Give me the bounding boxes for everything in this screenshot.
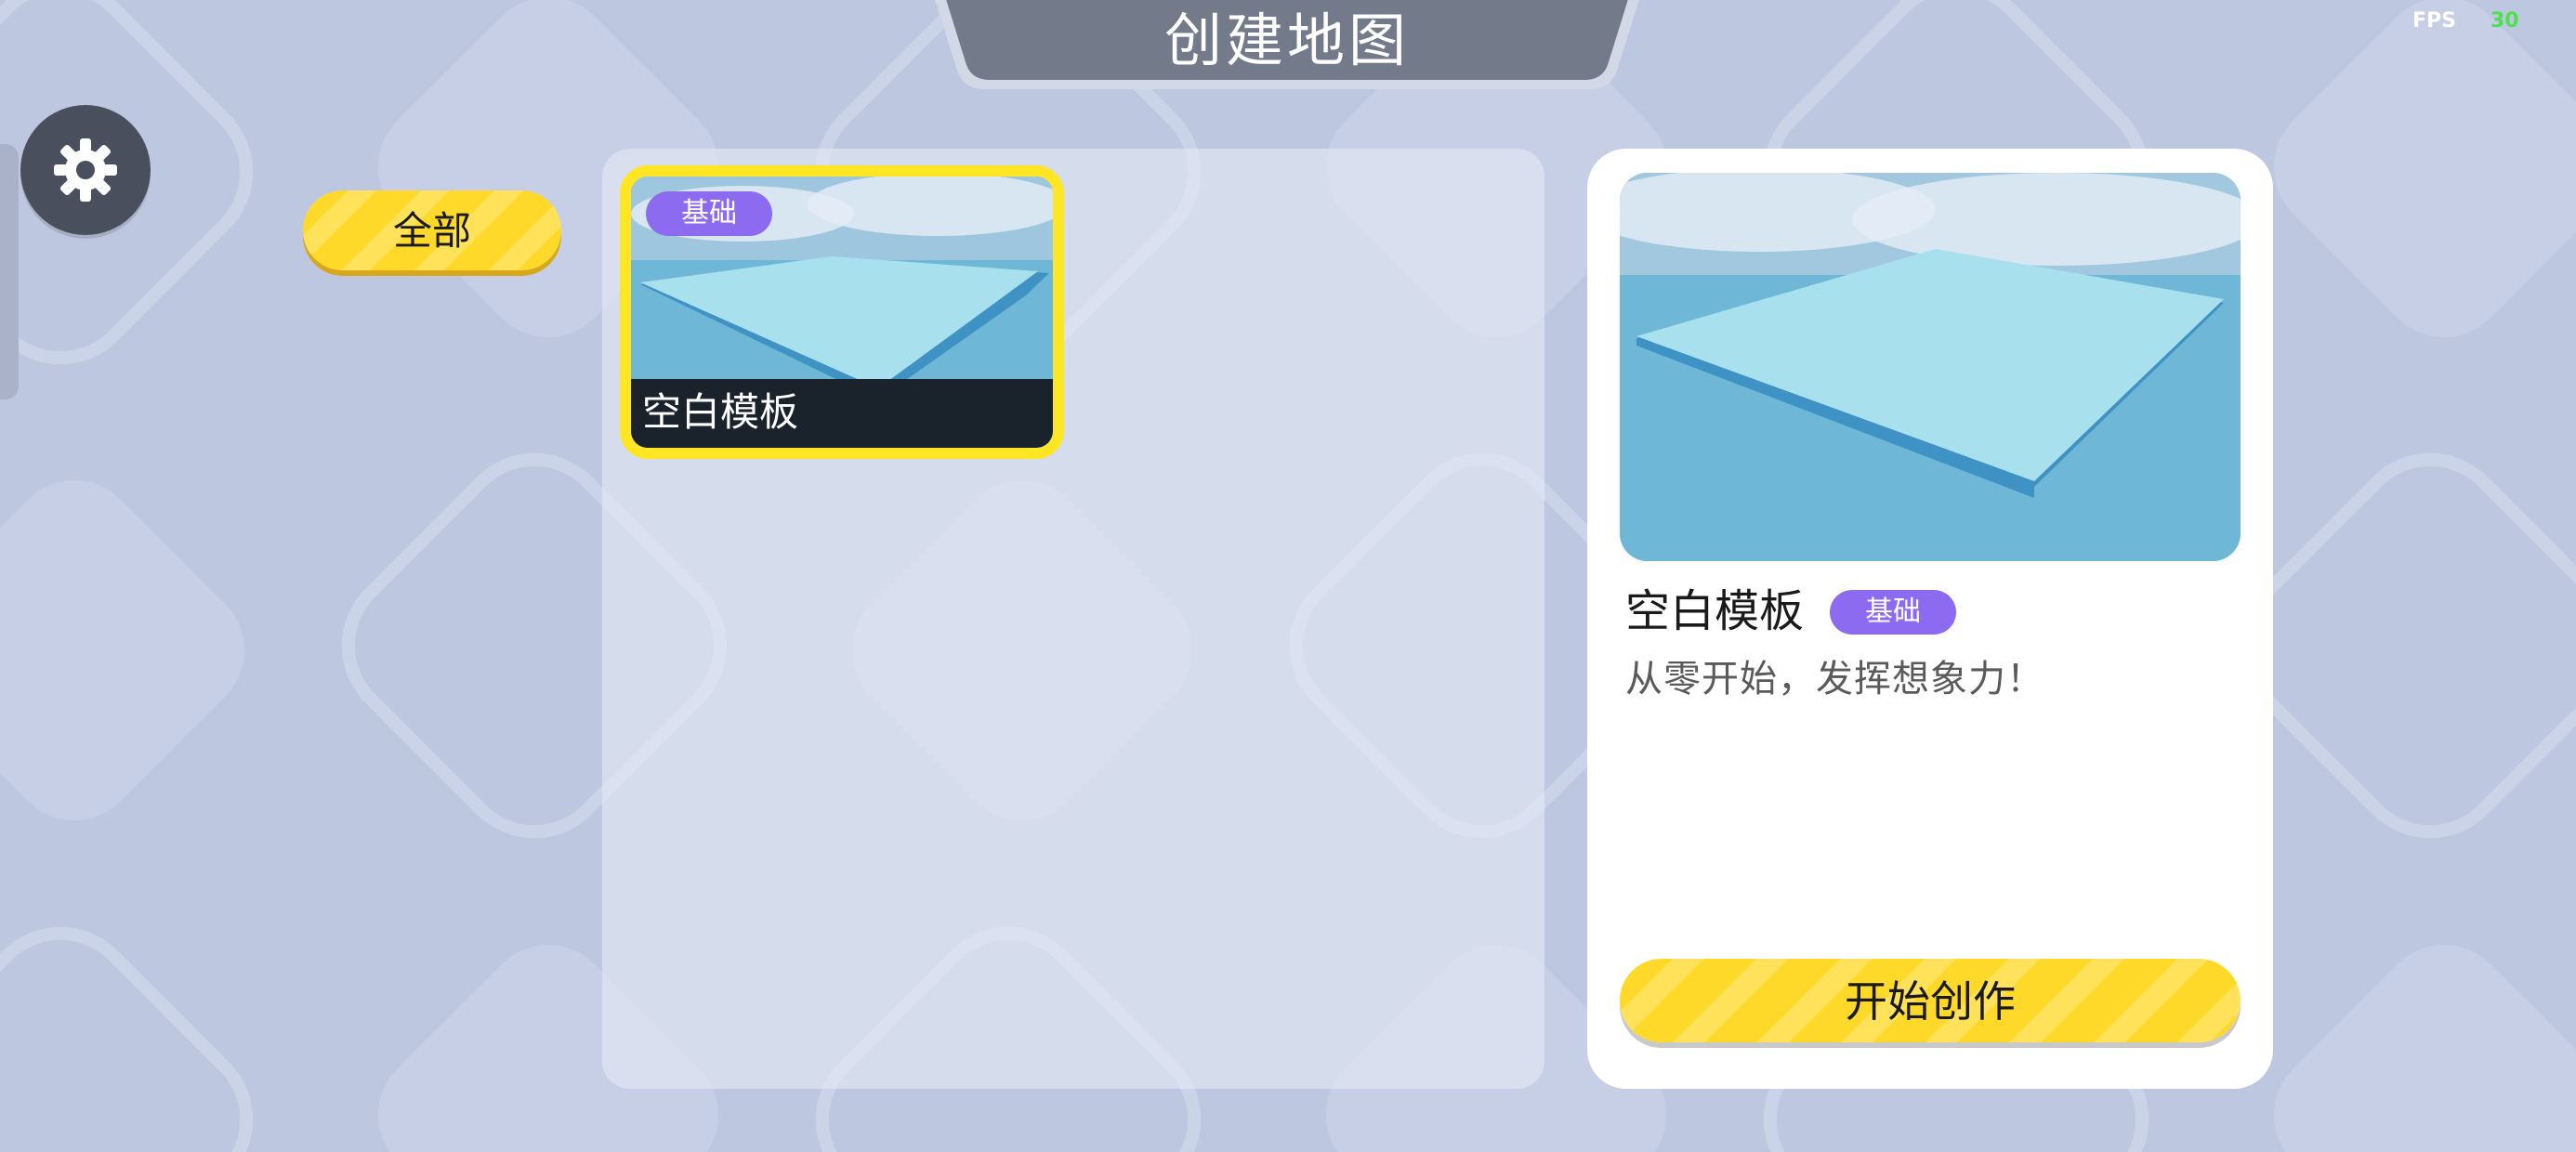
template-name-bar: 空白模板	[631, 379, 1053, 448]
start-creating-button[interactable]: 开始创作	[1620, 959, 2241, 1042]
title-plate: 创建地图	[934, 0, 1640, 93]
detail-template-tag: 基础	[1830, 590, 1956, 635]
gear-icon	[54, 138, 117, 202]
page-title: 创建地图	[1163, 7, 1410, 74]
fps-label: FPS	[2412, 9, 2456, 33]
create-map-screen: 创建地图 FPS 30 全部 空白模板 基础 空白模板 基础 从零开始，发挥想象…	[0, 0, 2576, 1152]
detail-preview-image	[1620, 173, 2241, 561]
category-all-button[interactable]: 全部	[303, 190, 561, 270]
fps-value: 30	[2491, 9, 2519, 33]
detail-template-name: 空白模板	[1625, 585, 1805, 637]
side-drawer-handle[interactable]	[0, 144, 19, 399]
settings-button[interactable]	[20, 105, 151, 235]
template-detail-panel: 空白模板 基础 从零开始，发挥想象力！ 开始创作	[1587, 149, 2273, 1089]
detail-description: 从零开始，发挥想象力！	[1625, 658, 2044, 700]
template-card-name: 空白模板	[642, 389, 799, 435]
template-card-blank[interactable]: 空白模板 基础	[620, 165, 1064, 459]
template-card-tag: 基础	[646, 191, 772, 236]
